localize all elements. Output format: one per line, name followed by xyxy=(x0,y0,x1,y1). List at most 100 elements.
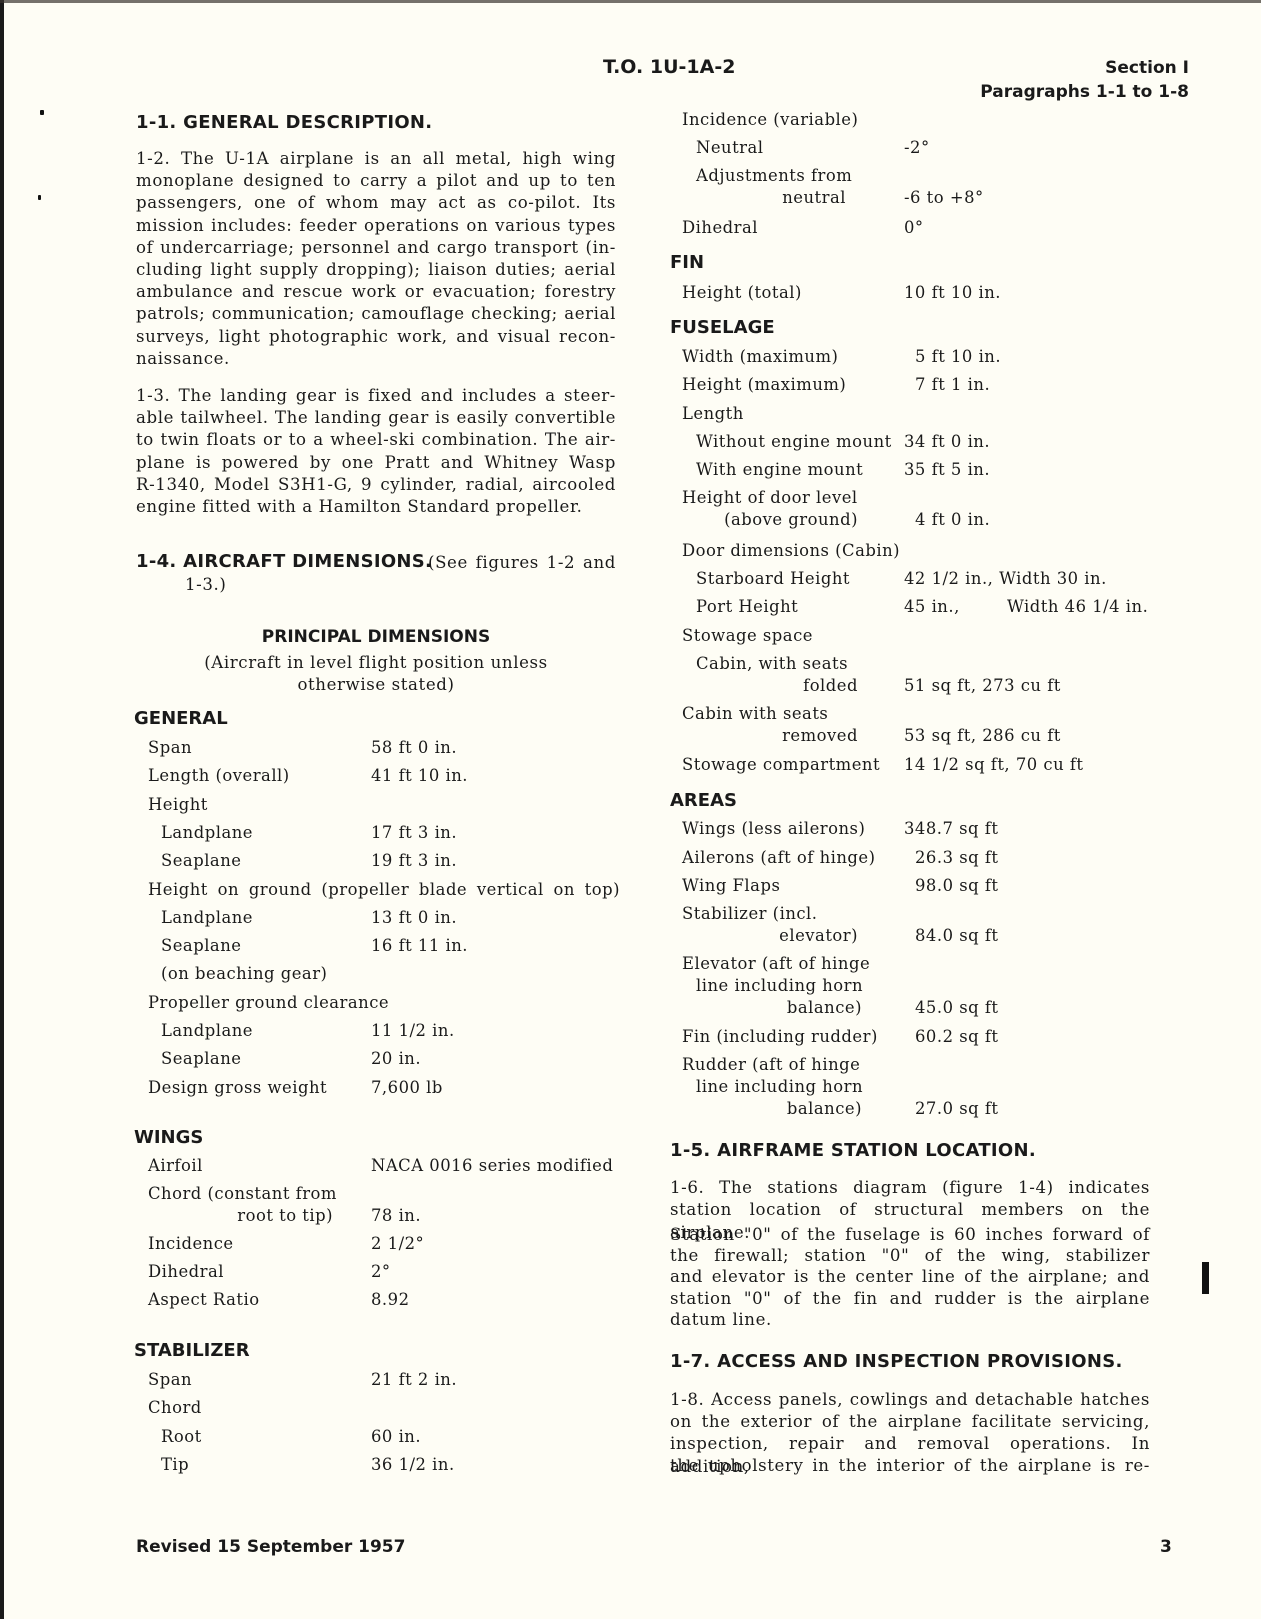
section-heading-airframe-station: 1-5. AIRFRAME STATION LOCATION. xyxy=(670,1140,1037,1161)
spec-label: Wings (less ailerons) xyxy=(682,819,866,838)
spec-label: (on beaching gear) xyxy=(161,964,328,984)
paragraph-1-2-line: naissance. xyxy=(136,348,230,368)
spec-value: 14 1/2 sq ft, 70 cu ft xyxy=(904,755,1084,774)
spec-label-cont: balance) xyxy=(786,998,862,1017)
spec-label: With engine mount xyxy=(696,460,864,479)
paragraphs-range: Paragraphs 1-1 to 1-8 xyxy=(980,82,1189,102)
paragraph-1-6-line: datum line. xyxy=(670,1309,772,1329)
spec-label: Chord xyxy=(148,1398,202,1418)
spec-value: 19 ft 3 in. xyxy=(371,851,458,871)
spec-label: Height (total) xyxy=(682,283,802,302)
spec-label: Width (maximum) xyxy=(682,347,839,366)
paragraph-1-3-line: R-1340, Model S3H1-G, 9 cylinder, radial… xyxy=(136,474,616,494)
spec-value: -6 to +8° xyxy=(904,188,984,207)
paragraph-1-2-line: of undercarriage; personnel and cargo tr… xyxy=(136,237,616,257)
spec-label: Neutral xyxy=(696,138,764,157)
spec-value: 13 ft 0 in. xyxy=(371,907,458,927)
spec-label-cont: neutral xyxy=(782,188,846,207)
group-title-areas: AREAS xyxy=(670,790,737,811)
section-heading-aircraft-dimensions: 1-4. AIRCRAFT DIMENSIONS. xyxy=(136,551,433,572)
spec-label: Elevator (aft of hinge xyxy=(682,954,871,973)
section-heading-access-inspection: 1-7. ACCESS AND INSPECTION PROVISIONS. xyxy=(670,1351,1123,1372)
spec-value: 45 in., xyxy=(904,597,960,616)
group-title-general: GENERAL xyxy=(134,708,228,729)
spec-label-cont: removed xyxy=(782,726,858,745)
spec-label: Dihedral xyxy=(682,218,758,237)
spec-label: Adjustments from xyxy=(696,166,853,185)
paragraph-1-2-line: surveys, light photographic work, and vi… xyxy=(136,326,616,346)
spec-label-cont: root to tip) xyxy=(237,1206,333,1225)
paragraph-1-6-line: station "0" of the fin and rudder is the… xyxy=(670,1288,1150,1308)
paragraph-1-2-line: patrols; communication; camouflage check… xyxy=(136,304,616,324)
aircraft-dimensions-ref: (See figures 1-2 and xyxy=(428,553,616,572)
scan-speck xyxy=(40,110,44,115)
spec-value: 7 ft 1 in. xyxy=(915,375,991,394)
spec-label: Tip xyxy=(161,1454,190,1474)
spec-value: 98.0 sq ft xyxy=(915,876,999,895)
paragraph-1-2-line: ambulance and rescue work or evacuation;… xyxy=(136,282,616,302)
spec-value: 20 in. xyxy=(371,1049,422,1069)
paragraph-1-3-line: plane is powered by one Pratt and Whitne… xyxy=(136,452,616,472)
spec-label: Height of door level xyxy=(682,488,858,507)
group-title-wings: WINGS xyxy=(134,1127,204,1148)
spec-label: Cabin with seats xyxy=(682,704,829,723)
paragraph-1-8-line: 1-8. Access panels, cowlings and detacha… xyxy=(670,1390,1150,1409)
spec-label: Stowage compartment xyxy=(682,755,881,774)
spec-label: Landplane xyxy=(161,1021,253,1040)
scan-speck xyxy=(38,195,41,200)
spec-value: 4 ft 0 in. xyxy=(915,510,991,529)
spec-label: Aspect Ratio xyxy=(148,1290,260,1309)
spec-value: 78 in. xyxy=(371,1206,422,1225)
spec-label-cont: line including horn xyxy=(696,976,864,995)
paragraph-1-3-line: engine fitted with a Hamilton Standard p… xyxy=(136,497,583,516)
paragraph-1-6-line: and elevator is the center line of the a… xyxy=(670,1267,1150,1287)
paragraph-1-2-line: passengers, one of whom may act as co-pi… xyxy=(136,193,616,213)
spec-label: Seaplane xyxy=(161,936,242,956)
spec-label: Propeller ground clearance xyxy=(148,992,390,1012)
paragraph-1-8-line: on the exterior of the airplane facilita… xyxy=(670,1412,1150,1431)
spec-value: 21 ft 2 in. xyxy=(371,1370,458,1389)
spec-label: Port Height xyxy=(696,597,799,616)
section-heading-general-description: 1-1. GENERAL DESCRIPTION. xyxy=(136,112,433,133)
spec-label: Door dimensions (Cabin) xyxy=(682,541,901,560)
spec-value: 16 ft 11 in. xyxy=(371,936,469,956)
paragraph-1-6-line: the firewall; station "0" of the wing, s… xyxy=(670,1246,1150,1266)
spec-label: Dihedral xyxy=(148,1262,224,1281)
paragraph-1-3-line: 1-3. The landing gear is fixed and inclu… xyxy=(136,386,616,405)
principal-dimensions-title: PRINCIPAL DIMENSIONS xyxy=(261,627,491,647)
spec-label: Seaplane xyxy=(161,851,242,871)
change-bar xyxy=(1202,1262,1209,1294)
spec-label-cont: (above ground) xyxy=(724,510,858,529)
spec-label-cont: line including horn xyxy=(696,1077,864,1096)
spec-label: Landplane xyxy=(161,907,253,927)
spec-value: 42 1/2 in., Width 30 in. xyxy=(904,569,1107,588)
spec-label-cont: elevator) xyxy=(779,926,858,945)
spec-value: 45.0 sq ft xyxy=(915,998,999,1017)
principal-dimensions-subtitle: (Aircraft in level flight position unles… xyxy=(204,653,548,672)
aircraft-dimensions-ref-cont: 1-3.) xyxy=(185,575,227,594)
spec-value: 2 1/2° xyxy=(371,1234,425,1253)
paragraph-1-3-line: to twin floats or to a wheel-ski combina… xyxy=(136,430,616,450)
spec-label: Chord (constant from xyxy=(148,1184,337,1203)
spec-value: 5 ft 10 in. xyxy=(915,347,1002,366)
spec-label: Incidence (variable) xyxy=(682,110,859,129)
page-edge-top xyxy=(0,0,1261,3)
spec-label: Wing Flaps xyxy=(682,876,781,895)
spec-label-cont: folded xyxy=(803,676,858,695)
spec-label: Seaplane xyxy=(161,1049,242,1069)
spec-label: Cabin, with seats xyxy=(696,654,849,673)
spec-label: Stowage space xyxy=(682,626,813,645)
spec-label: Design gross weight xyxy=(148,1077,328,1097)
section-label: Section I xyxy=(1105,58,1189,78)
spec-value: 27.0 sq ft xyxy=(915,1099,999,1118)
spec-value: 35 ft 5 in. xyxy=(904,460,991,479)
spec-value: 84.0 sq ft xyxy=(915,926,999,945)
paragraph-1-2-line: monoplane designed to carry a pilot and … xyxy=(136,171,616,191)
page-edge xyxy=(0,0,4,1619)
spec-value: 58 ft 0 in. xyxy=(371,738,458,757)
spec-label: Airfoil xyxy=(148,1156,203,1175)
paragraph-1-6-line: Station "0" of the fuselage is 60 inches… xyxy=(670,1225,1150,1244)
page-number: 3 xyxy=(1160,1537,1172,1557)
spec-value: 26.3 sq ft xyxy=(915,848,999,867)
spec-label: Incidence xyxy=(148,1234,234,1253)
